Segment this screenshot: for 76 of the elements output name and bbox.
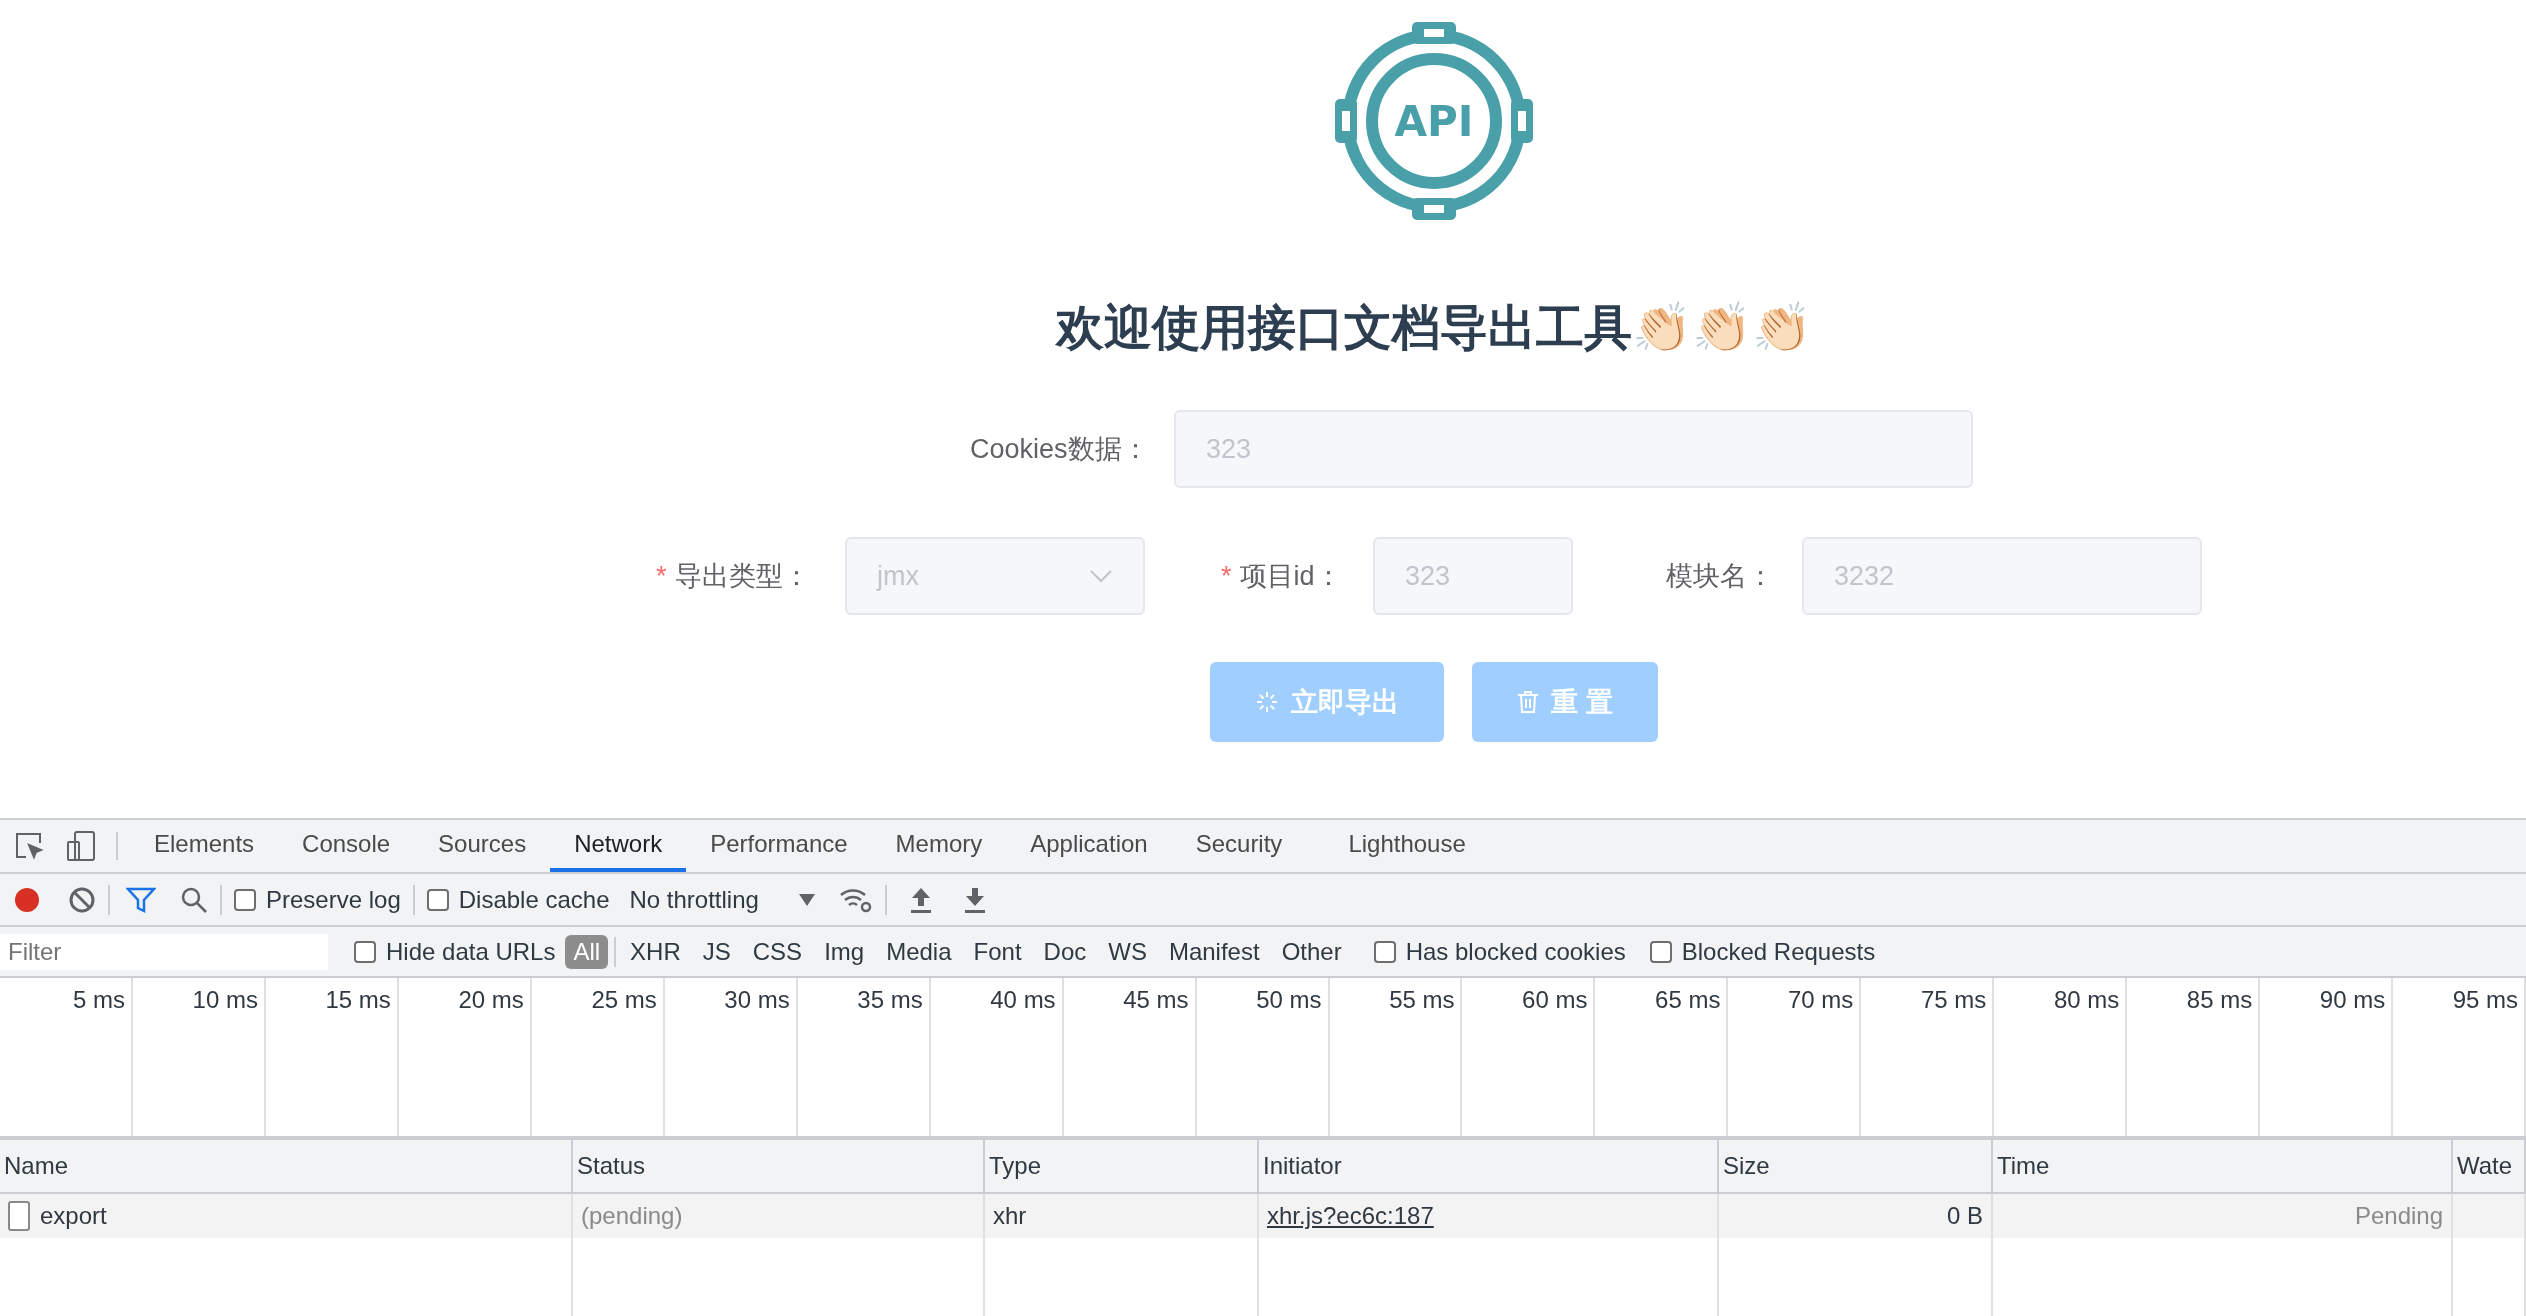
column-header[interactable]: Status xyxy=(577,1148,646,1184)
type-filter[interactable]: JS xyxy=(694,934,739,969)
initiator-link[interactable]: xhr.js?ec6c:187 xyxy=(1267,1198,1434,1234)
table-cell-text: xhr xyxy=(993,1201,1027,1231)
field-label: 模块名： xyxy=(1666,560,1774,591)
timeline-tick: 25 ms xyxy=(591,985,657,1012)
devtools-tab[interactable]: Network xyxy=(550,820,687,872)
download-icon[interactable] xyxy=(962,885,987,914)
checkbox[interactable]: Preserve log xyxy=(234,881,401,918)
timeline-tick: 85 ms xyxy=(2186,985,2253,1012)
devtools-tab[interactable]: Security xyxy=(1171,820,1307,872)
timeline-tick: 70 ms xyxy=(1788,985,1854,1012)
timeline-tick: 50 ms xyxy=(1256,985,1322,1012)
timeline-tick: 30 ms xyxy=(724,985,790,1012)
timeline-tick: 95 ms xyxy=(2452,985,2519,1012)
checkbox[interactable]: Has blocked cookies xyxy=(1373,933,1626,970)
timeline-tick: 45 ms xyxy=(1123,985,1189,1012)
type-filter[interactable]: Manifest xyxy=(1160,934,1268,969)
type-filter[interactable]: Media xyxy=(878,934,960,969)
timeline-tick: 20 ms xyxy=(458,985,524,1012)
checkbox[interactable]: Blocked Requests xyxy=(1649,933,1876,970)
devtools-tab[interactable]: Lighthouse xyxy=(1324,820,1490,872)
type-filter[interactable]: WS xyxy=(1100,934,1155,969)
throttling-dropdown[interactable]: No throttling xyxy=(629,881,815,918)
timeline-tick: 55 ms xyxy=(1389,985,1455,1012)
timeline-tick: 5 ms xyxy=(72,985,125,1012)
type-filter[interactable]: Doc xyxy=(1035,934,1095,969)
filter-icon[interactable] xyxy=(126,885,156,914)
type-filter[interactable]: Font xyxy=(965,934,1030,969)
type-filter[interactable]: Other xyxy=(1273,934,1350,969)
devtools-tab[interactable]: Sources xyxy=(414,820,551,872)
field-label: Cookies数据： xyxy=(970,433,1149,464)
device-toolbar-icon[interactable] xyxy=(66,830,96,862)
column-header[interactable]: Initiator xyxy=(1263,1148,1342,1184)
devtools-tab[interactable]: Elements xyxy=(130,820,279,872)
column-header[interactable]: Size xyxy=(1723,1148,1770,1184)
timeline-tick: 35 ms xyxy=(857,985,923,1012)
table-cell-text: Pending xyxy=(2354,1201,2443,1231)
page-title: 欢迎使用接口文档导出工具👏🏻👏🏻👏🏻 xyxy=(1056,304,1812,352)
field-label: 项目id： xyxy=(1239,560,1342,591)
required-mark: * xyxy=(656,560,667,591)
checkbox[interactable]: Disable cache xyxy=(426,881,610,918)
clear-icon[interactable] xyxy=(68,885,96,914)
required-mark: * xyxy=(1221,560,1232,591)
search-icon[interactable] xyxy=(180,885,208,914)
column-header[interactable]: Type xyxy=(989,1148,1042,1184)
timeline-tick: 10 ms xyxy=(192,985,258,1012)
devtools-tab[interactable]: Console xyxy=(278,820,415,872)
devtools-tab[interactable]: Performance xyxy=(686,820,872,872)
column-header[interactable]: Wate xyxy=(2457,1148,2513,1184)
type-filter[interactable]: XHR xyxy=(622,934,689,969)
column-header[interactable]: Time xyxy=(1997,1148,2050,1184)
spinner-icon xyxy=(1255,690,1279,714)
checkbox[interactable]: Hide data URLs xyxy=(354,933,556,970)
element-picker-icon[interactable] xyxy=(14,831,44,861)
timeline-tick: 60 ms xyxy=(1522,985,1588,1012)
timeline-tick: 90 ms xyxy=(2319,985,2386,1012)
table-cell-text: (pending) xyxy=(581,1201,683,1231)
timeline-tick: 40 ms xyxy=(990,985,1056,1012)
table-cell-text: 0 B xyxy=(1946,1201,1983,1231)
type-filter[interactable]: Img xyxy=(816,934,873,969)
chevron-down-icon xyxy=(1089,569,1113,583)
filter-field[interactable]: Filter xyxy=(0,933,328,970)
request-name[interactable]: export xyxy=(40,1198,107,1234)
timeline-tick: 80 ms xyxy=(2053,985,2120,1012)
type-filter[interactable]: CSS xyxy=(744,934,811,969)
caret-icon xyxy=(798,893,815,906)
field-label: 导出类型： xyxy=(674,560,810,591)
devtools-tab[interactable]: Memory xyxy=(871,820,1007,872)
file-icon xyxy=(8,1201,30,1231)
column-header[interactable]: Name xyxy=(4,1148,69,1184)
timeline-tick: 15 ms xyxy=(325,985,391,1012)
timeline-tick: 65 ms xyxy=(1655,985,1721,1012)
timeline-tick: 75 ms xyxy=(1920,985,1987,1012)
trash-icon xyxy=(1517,690,1540,714)
devtools-tab[interactable]: Application xyxy=(1006,820,1172,872)
